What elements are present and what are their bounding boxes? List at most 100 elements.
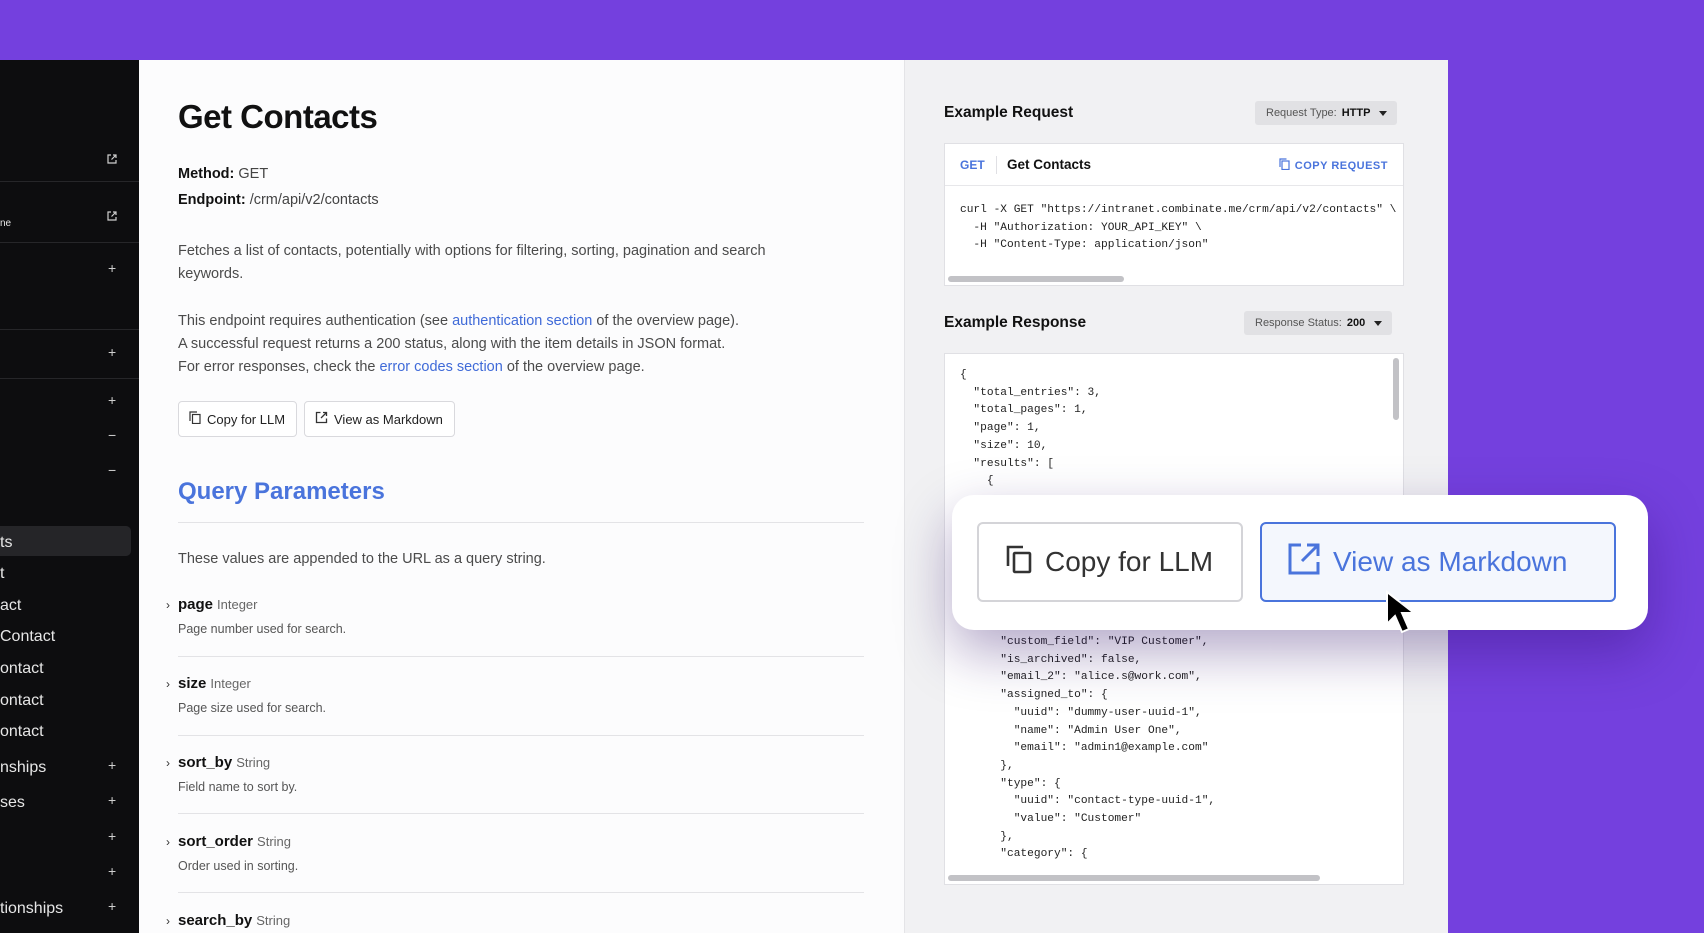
- param-type: String: [257, 834, 291, 849]
- caret-down-icon: [1374, 320, 1383, 326]
- sidebar: ne + + + − − ts t act Contact ontact ont…: [0, 60, 139, 933]
- copy-request-label: COPY REQUEST: [1294, 159, 1388, 172]
- expand-plus-icon[interactable]: +: [108, 757, 116, 773]
- request-type-dropdown[interactable]: Request Type: HTTP: [1255, 101, 1398, 125]
- chevron-right-icon[interactable]: ›: [166, 756, 170, 770]
- sidebar-item[interactable]: nships: [0, 759, 46, 777]
- copy-icon: [1005, 544, 1033, 581]
- sidebar-item[interactable]: ontact: [0, 723, 44, 741]
- page-title: Get Contacts: [178, 98, 378, 135]
- request-code-box: GET Get Contacts COPY REQUEST curl -X GE…: [944, 143, 1404, 286]
- zoomed-actions-callout: Copy for LLM View as Markdown: [952, 495, 1648, 630]
- authentication-link[interactable]: authentication section: [452, 313, 592, 329]
- query-intro: These values are appended to the URL as …: [178, 551, 546, 567]
- example-request-heading: Example Request: [944, 104, 1074, 121]
- mouse-cursor-icon: [1386, 590, 1417, 634]
- param-divider: [178, 656, 864, 657]
- sidebar-item[interactable]: ontact: [0, 692, 44, 710]
- param-type: String: [236, 755, 271, 770]
- param-page[interactable]: page Integer: [178, 596, 258, 613]
- param-sort-by[interactable]: sort_by String: [178, 754, 270, 771]
- response-status-dropdown[interactable]: Response Status: 200: [1244, 311, 1393, 335]
- param-description: Page number used for search.: [178, 622, 347, 636]
- copy-for-llm-button-zoomed[interactable]: Copy for LLM: [977, 522, 1243, 602]
- expand-plus-icon[interactable]: +: [108, 863, 116, 879]
- sidebar-item[interactable]: t: [0, 565, 4, 583]
- description: Fetches a list of contacts, potentially …: [178, 243, 766, 282]
- external-link-icon[interactable]: [107, 151, 117, 164]
- sidebar-divider: [0, 329, 139, 330]
- method-label: Method:: [178, 166, 235, 182]
- request-method: GET: [960, 158, 985, 172]
- param-description: Field name to sort by.: [178, 780, 298, 794]
- auth-note-text: This endpoint requires authentication (s…: [178, 313, 453, 329]
- external-link-icon[interactable]: [107, 208, 117, 221]
- expand-plus-icon[interactable]: +: [108, 392, 116, 408]
- param-search-by[interactable]: search_by String: [178, 912, 290, 929]
- method-value: GET: [238, 166, 269, 182]
- horizontal-scrollbar[interactable]: [948, 276, 1124, 282]
- main-content: Get Contacts Method: GET Endpoint: /crm/…: [139, 60, 904, 933]
- sidebar-item[interactable]: Contact: [0, 628, 55, 646]
- param-sort-order[interactable]: sort_order String: [178, 833, 291, 850]
- query-parameters-heading: Query Parameters: [178, 478, 385, 505]
- view-as-markdown-label: View as Markdown: [1333, 546, 1568, 577]
- copy-icon: [1279, 158, 1290, 173]
- sidebar-item[interactable]: tionships: [0, 900, 63, 918]
- view-as-markdown-label: View as Markdown: [334, 411, 443, 427]
- vertical-scrollbar[interactable]: [1393, 358, 1399, 420]
- endpoint-label: Endpoint:: [178, 192, 246, 208]
- request-code: curl -X GET "https://intranet.combinate.…: [960, 204, 1397, 252]
- success-note: A successful request returns a 200 statu…: [178, 336, 726, 352]
- error-note: For error responses, check the error cod…: [178, 356, 828, 379]
- param-type: String: [256, 913, 291, 928]
- sidebar-clipped-label[interactable]: ne: [0, 218, 11, 229]
- copy-for-llm-button[interactable]: Copy for LLM: [178, 401, 298, 437]
- response-code-top: { "total_entries": 3, "total_pages": 1, …: [960, 369, 1101, 488]
- chevron-right-icon[interactable]: ›: [166, 677, 170, 691]
- param-type: Integer: [217, 597, 258, 612]
- sidebar-item[interactable]: ses: [0, 794, 25, 812]
- error-note-text: of the overview page.: [502, 359, 645, 375]
- expand-plus-icon[interactable]: +: [108, 344, 116, 360]
- sidebar-item-active[interactable]: ts: [0, 534, 12, 552]
- expand-plus-icon[interactable]: +: [108, 792, 116, 808]
- sidebar-divider: [0, 242, 139, 243]
- error-codes-link[interactable]: error codes section: [379, 359, 502, 375]
- chevron-right-icon[interactable]: ›: [166, 598, 170, 612]
- view-as-markdown-button[interactable]: View as Markdown: [304, 401, 455, 437]
- request-header: GET Get Contacts COPY REQUEST: [945, 144, 1403, 186]
- chevron-right-icon[interactable]: ›: [166, 835, 170, 849]
- sidebar-active-highlight: [0, 526, 131, 556]
- collapse-minus-icon[interactable]: −: [108, 427, 116, 443]
- response-status-value: 200: [1346, 317, 1366, 329]
- sidebar-item[interactable]: act: [0, 597, 21, 615]
- param-name: sort_by: [178, 754, 233, 771]
- view-as-markdown-button-zoomed[interactable]: View as Markdown: [1260, 522, 1616, 602]
- caret-down-icon: [1379, 110, 1388, 116]
- sidebar-item[interactable]: ontact: [0, 660, 44, 678]
- response-code-bottom: "custom_field": "VIP Customer", "is_arch…: [1000, 636, 1216, 861]
- param-type: Integer: [210, 676, 251, 691]
- sidebar-divider: [0, 181, 139, 182]
- copy-for-llm-label: Copy for LLM: [207, 411, 286, 427]
- param-divider: [178, 813, 864, 814]
- auth-note: This endpoint requires authentication (s…: [178, 310, 828, 333]
- collapse-minus-icon[interactable]: −: [108, 462, 116, 478]
- param-description: Order used in sorting.: [178, 859, 299, 873]
- endpoint-line: Endpoint: /crm/api/v2/contacts: [178, 192, 379, 208]
- expand-plus-icon[interactable]: +: [108, 828, 116, 844]
- response-status-label: Response Status:: [1255, 317, 1342, 329]
- horizontal-scrollbar[interactable]: [948, 875, 1320, 881]
- auth-note-text: of the overview page).: [592, 313, 740, 329]
- param-name: page: [178, 596, 214, 613]
- param-name: size: [178, 675, 207, 692]
- example-response-heading: Example Response: [944, 314, 1087, 331]
- section-divider: [178, 522, 864, 523]
- expand-plus-icon[interactable]: +: [108, 898, 116, 914]
- param-size[interactable]: size Integer: [178, 675, 251, 692]
- param-name: search_by: [178, 912, 253, 929]
- chevron-right-icon[interactable]: ›: [166, 914, 170, 928]
- copy-request-button[interactable]: COPY REQUEST: [1279, 158, 1388, 173]
- expand-plus-icon[interactable]: +: [108, 260, 116, 276]
